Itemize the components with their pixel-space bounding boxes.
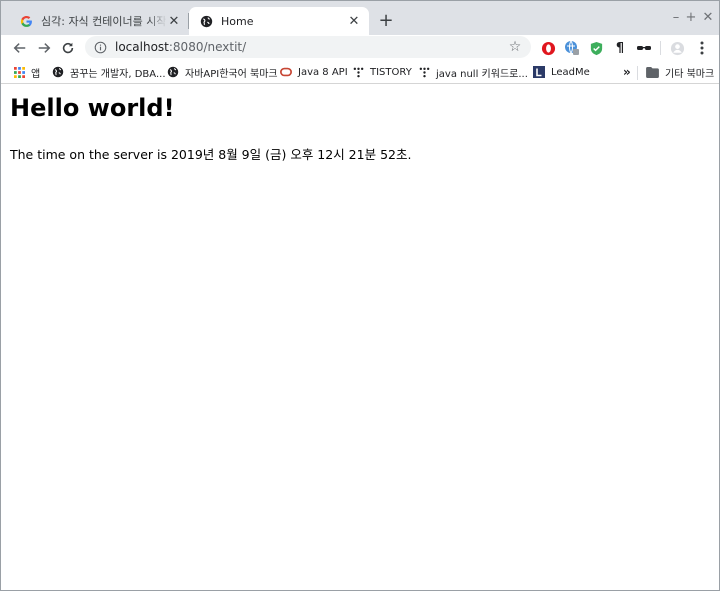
bookmark-label: 자바API한국어 북마크 — [185, 68, 278, 80]
folder-icon — [646, 66, 659, 78]
tab-title: Home — [221, 14, 254, 28]
page-content: Hello world! The time on the server is 2… — [1, 85, 719, 590]
tistory-icon — [352, 66, 364, 78]
close-tab-icon[interactable]: ✕ — [347, 14, 361, 29]
profile-icon[interactable] — [668, 39, 686, 57]
minimize-icon[interactable]: – — [669, 9, 683, 25]
info-icon[interactable] — [93, 40, 107, 54]
bookmark-item[interactable]: 꿈꾸는 개발자, DBA... — [52, 64, 166, 80]
forward-arrow-icon[interactable] — [33, 37, 55, 59]
tistory-icon — [418, 66, 430, 78]
google-g-icon — [19, 14, 33, 28]
bookmarks-overflow-button[interactable]: » — [623, 64, 631, 80]
toolbar-divider — [660, 41, 661, 55]
leadme-l-icon — [533, 66, 545, 78]
bookmark-label: LeadMe — [551, 66, 590, 78]
browser-toolbar: localhost:8080/nextit/ ☆ ¶ — [1, 35, 719, 60]
bookmark-item[interactable]: java null 키워드로... — [418, 64, 528, 80]
reload-icon[interactable] — [57, 37, 79, 59]
close-tab-icon[interactable]: ✕ — [167, 14, 181, 29]
bookmark-label: Java 8 API — [298, 66, 348, 78]
shield-check-icon[interactable] — [587, 39, 605, 57]
globe-icon — [167, 66, 179, 78]
bookmark-star-icon[interactable]: ☆ — [507, 39, 523, 55]
globe-icon — [52, 66, 64, 78]
bookmark-item[interactable]: Java 8 API — [280, 64, 348, 80]
tab-strip: 심각: 자식 컨테이너를 시작 중 실패 ✕ Home ✕ + – + ✕ — [1, 1, 719, 35]
close-window-icon[interactable]: ✕ — [701, 9, 715, 25]
bookmark-label: java null 키워드로... — [436, 68, 528, 80]
other-bookmarks-folder[interactable]: 기타 북마크 — [646, 64, 714, 80]
bookmarks-divider — [637, 66, 638, 80]
browser-window: 심각: 자식 컨테이너를 시작 중 실패 ✕ Home ✕ + – + ✕ — [0, 0, 720, 591]
bookmark-item[interactable]: LeadMe — [533, 64, 590, 80]
oracle-icon — [280, 66, 292, 78]
bookmark-label: TISTORY — [370, 66, 412, 78]
back-arrow-icon[interactable] — [9, 37, 31, 59]
opera-red-o-icon[interactable] — [539, 39, 557, 57]
glasses-incognito-icon[interactable] — [635, 39, 653, 57]
url-path: :8080/nextit/ — [168, 40, 247, 54]
bookmark-label: 꿈꾸는 개발자, DBA... — [70, 68, 166, 80]
globe-icon — [199, 14, 213, 28]
bookmark-label: 기타 북마크 — [665, 68, 715, 80]
bookmarks-bar: 앱 꿈꾸는 개발자, DBA... 자바API한국어 북마크 Java 8 AP… — [1, 60, 719, 84]
bookmark-item[interactable]: TISTORY — [352, 64, 412, 80]
page-heading: Hello world! — [10, 94, 175, 122]
address-bar[interactable]: localhost:8080/nextit/ ☆ — [85, 36, 531, 58]
apps-grid-icon — [13, 66, 25, 78]
menu-dots-icon[interactable] — [693, 39, 711, 57]
tab-active-home[interactable]: Home ✕ — [189, 7, 369, 35]
url-host: localhost — [115, 40, 169, 54]
server-time-text: The time on the server is 2019년 8월 9일 (금… — [10, 147, 412, 162]
tab-title: 심각: 자식 컨테이너를 시작 중 실패 — [41, 15, 167, 28]
bookmark-label: 앱 — [31, 68, 41, 80]
tab-inactive[interactable]: 심각: 자식 컨테이너를 시작 중 실패 ✕ — [9, 7, 189, 35]
bookmark-item[interactable]: 자바API한국어 북마크 — [167, 64, 278, 80]
new-tab-button[interactable]: + — [376, 10, 396, 31]
pilcrow-icon[interactable]: ¶ — [611, 39, 629, 57]
maximize-icon[interactable]: + — [684, 9, 698, 25]
globe-extension-icon[interactable] — [563, 39, 581, 57]
bookmark-apps[interactable]: 앱 — [13, 64, 40, 80]
url-text: localhost:8080/nextit/ — [115, 40, 246, 54]
